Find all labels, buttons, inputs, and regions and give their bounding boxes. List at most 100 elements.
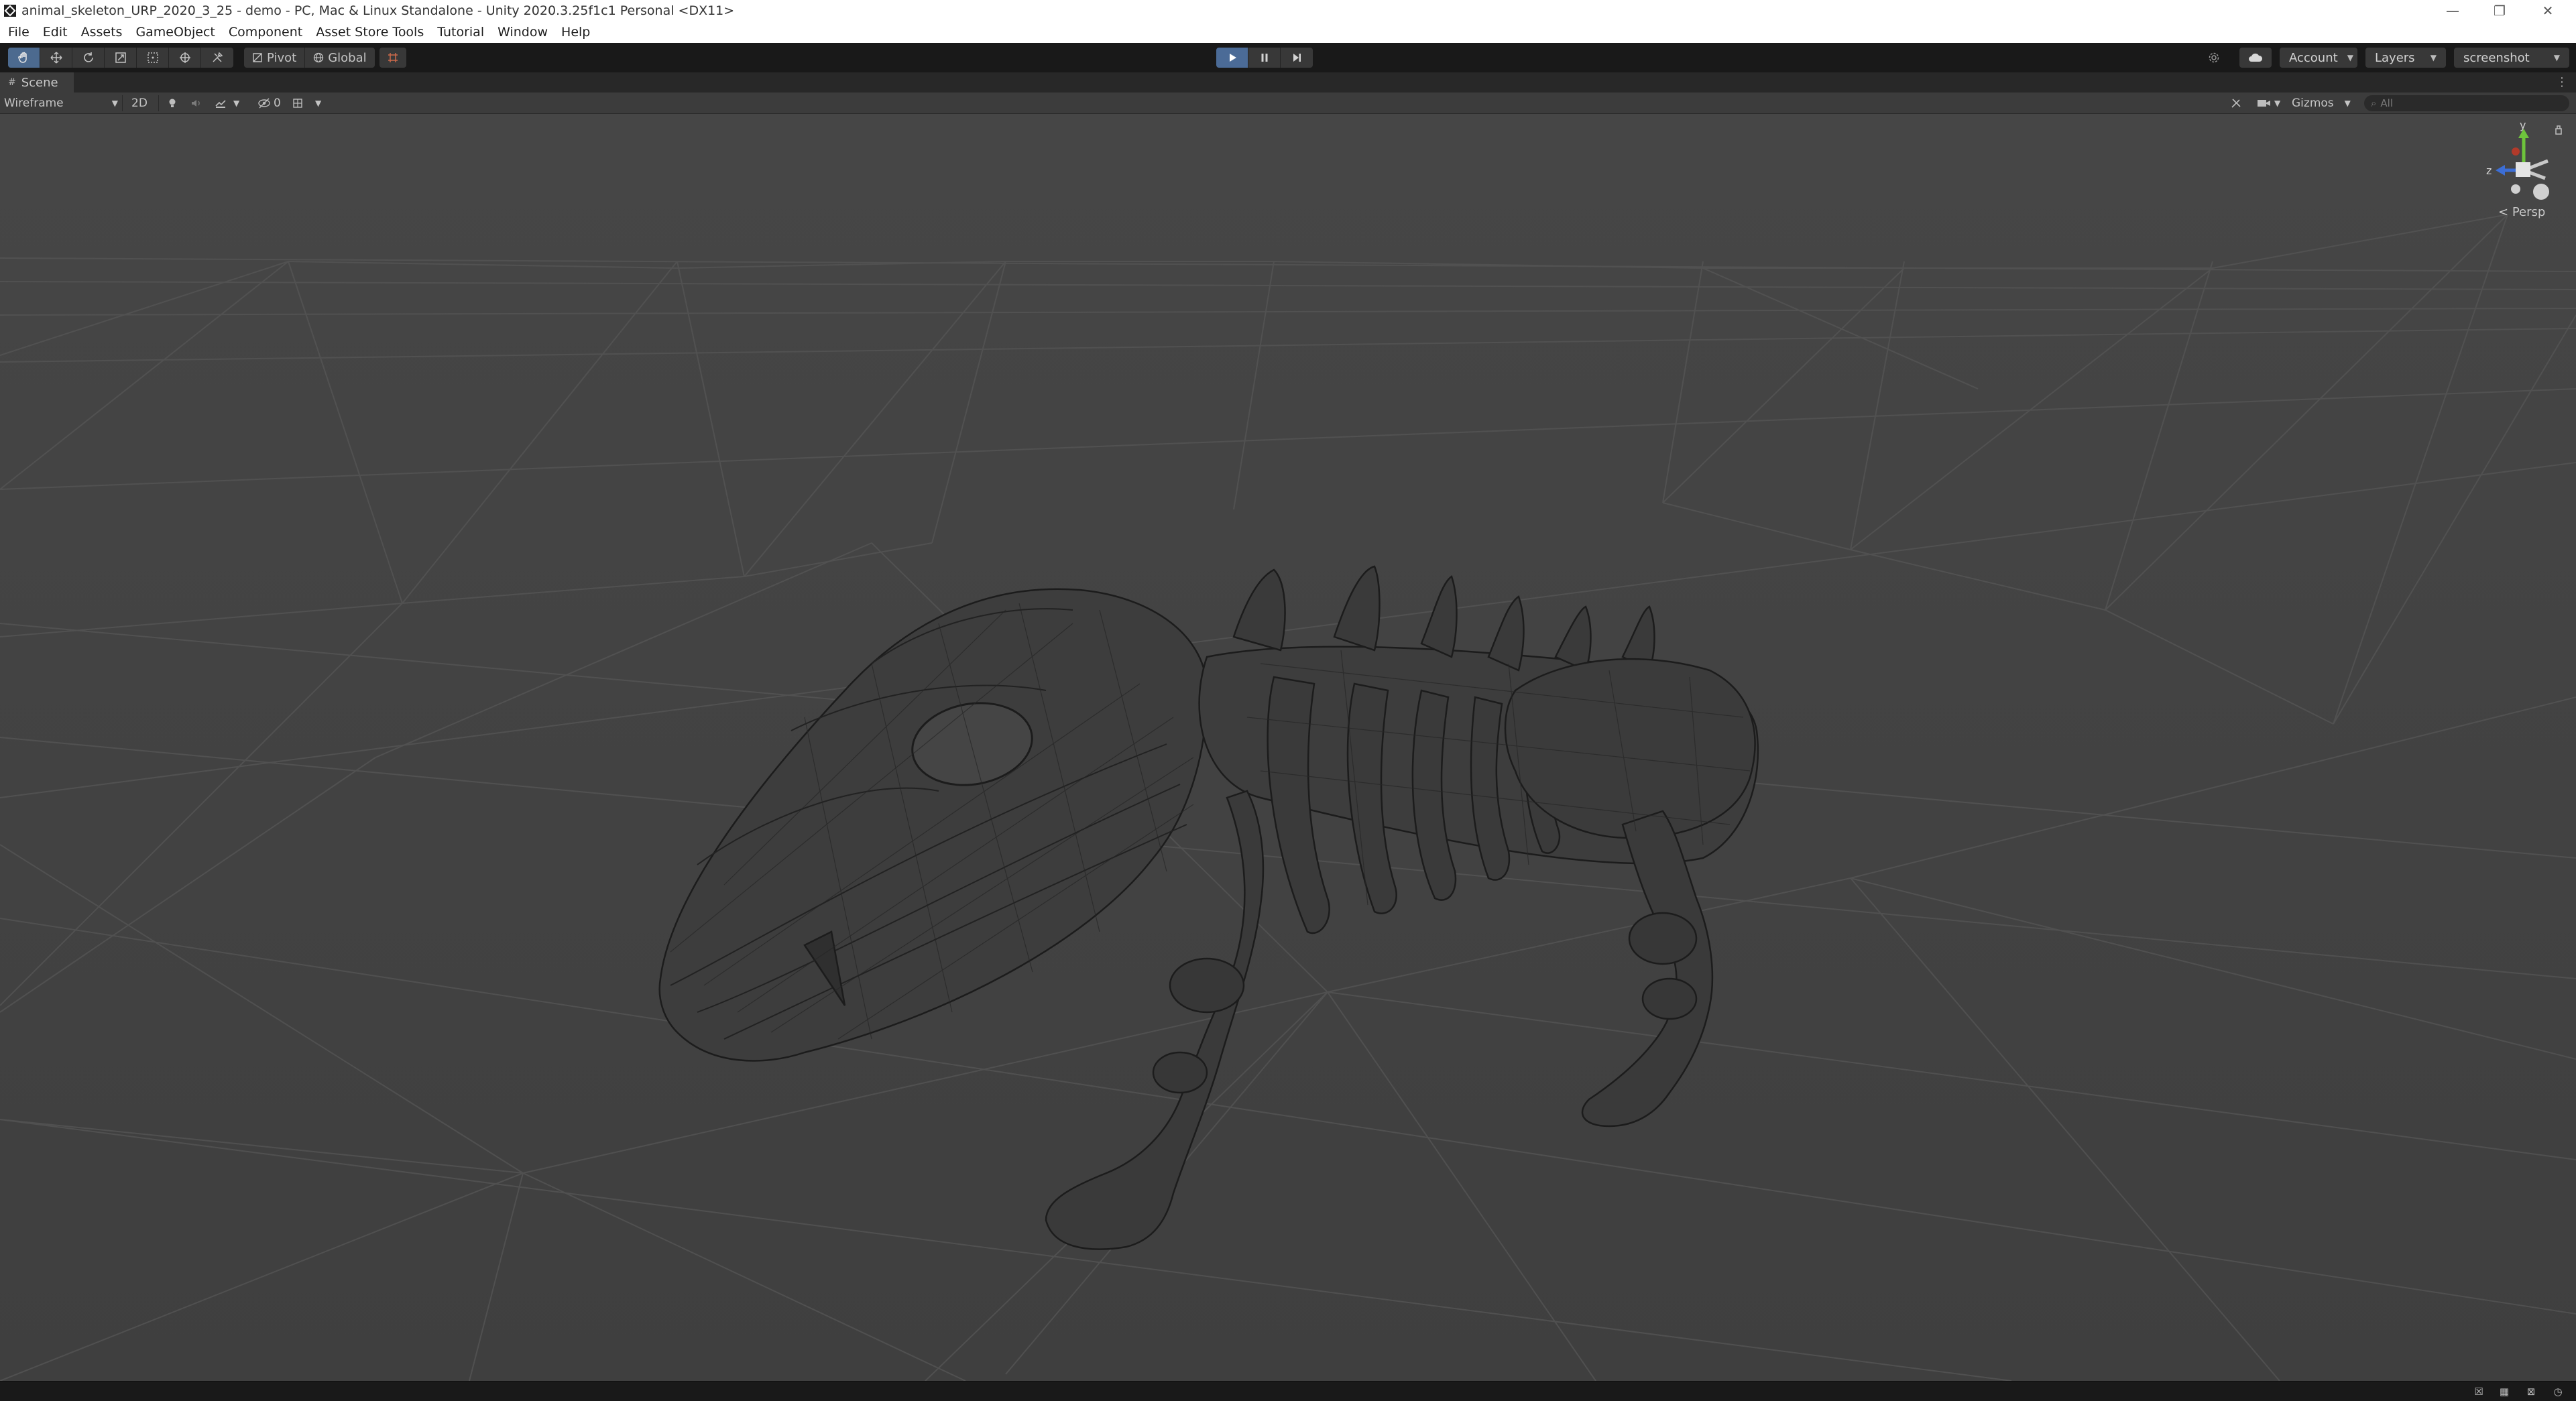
transform-tool-button[interactable]: [169, 48, 201, 68]
window-title: animal_skeleton_URP_2020_3_25 - demo - P…: [21, 3, 735, 18]
restore-button[interactable]: ❐: [2481, 0, 2518, 21]
transform-tool-icon: [179, 52, 190, 63]
pause-button[interactable]: [1248, 48, 1281, 68]
status-bar: ☒ ▦ ⊠ ◷: [0, 1381, 2576, 1401]
gizmos-dropdown[interactable]: Gizmos ▼: [2292, 95, 2351, 111]
menu-asset-store-tools[interactable]: Asset Store Tools: [316, 25, 424, 40]
visibility-icon: [258, 98, 270, 109]
hidden-count: 0: [274, 97, 281, 110]
wrench-cross-icon: [2231, 99, 2241, 108]
menu-help[interactable]: Help: [561, 25, 590, 40]
tab-menu-icon[interactable]: ⋮: [2556, 75, 2568, 89]
chevron-left-icon: <: [2498, 205, 2509, 219]
projection-label: Persp: [2512, 205, 2546, 219]
scene-grid-icon: #: [8, 77, 16, 88]
cloud-button[interactable]: [2239, 48, 2272, 68]
tab-scene[interactable]: # Scene: [0, 72, 74, 93]
menu-bar: File Edit Assets GameObject Component As…: [0, 21, 2576, 43]
separator: [122, 95, 123, 111]
account-dropdown[interactable]: Account ▼: [2280, 48, 2357, 68]
chevron-down-icon: ▼: [111, 99, 118, 108]
global-label: Global: [328, 50, 367, 65]
layers-dropdown[interactable]: Layers ▼: [2365, 48, 2446, 68]
global-toggle[interactable]: Global: [305, 48, 375, 68]
chevron-down-icon: ▼: [2430, 53, 2437, 62]
collab-icon[interactable]: ⊠: [2525, 1386, 2537, 1398]
chevron-down-icon: ▼: [2553, 53, 2560, 62]
menu-assets[interactable]: Assets: [81, 25, 123, 40]
services-button[interactable]: [2202, 48, 2226, 68]
menu-edit[interactable]: Edit: [43, 25, 68, 40]
tools-toggle[interactable]: [2230, 95, 2242, 111]
scene-view-toolbar: Wireframe ▼ 2D ▼ 0 ▼ ▼ Gizmos ▼ ⌕ All: [0, 93, 2576, 114]
minimize-button[interactable]: —: [2434, 0, 2471, 21]
draw-mode-dropdown[interactable]: Wireframe ▼: [4, 95, 118, 111]
hand-tool-icon: [17, 52, 27, 63]
separator: [158, 95, 159, 111]
hand-tool-button[interactable]: [8, 48, 40, 68]
chevron-down-icon: ▼: [233, 99, 240, 108]
services-gear-icon: [2209, 52, 2219, 63]
layout-dropdown[interactable]: screenshot ▼: [2454, 48, 2569, 68]
rect-tool-button[interactable]: [137, 48, 169, 68]
scene-viewport[interactable]: y z < Persp: [0, 114, 2576, 1381]
chevron-down-icon: ▼: [315, 99, 322, 108]
globe-icon: [314, 52, 324, 63]
lighting-toggle[interactable]: [166, 95, 178, 111]
search-placeholder: All: [2380, 97, 2394, 109]
scale-tool-icon: [115, 52, 126, 63]
pivot-toggle[interactable]: Pivot: [244, 48, 306, 68]
main-toolbar: Pivot Global Account ▼ Layers ▼ screensh…: [0, 43, 2576, 72]
move-tool-icon: [50, 52, 62, 64]
debug-icon[interactable]: ☒: [2473, 1386, 2485, 1398]
rect-tool-icon: [147, 52, 158, 63]
toggle-2d-button[interactable]: 2D: [131, 95, 148, 111]
custom-tool-icon: [213, 52, 223, 62]
scene-search-input[interactable]: ⌕ All: [2364, 95, 2569, 111]
gizmos-label: Gizmos: [2292, 97, 2334, 110]
rotate-tool-icon: [83, 52, 93, 62]
rotate-tool-button[interactable]: [72, 48, 105, 68]
cloud-icon: [2249, 53, 2263, 62]
play-icon: [1229, 54, 1236, 62]
camera-dropdown[interactable]: ▼: [2257, 95, 2280, 111]
menu-component[interactable]: Component: [229, 25, 302, 40]
scene-visibility-toggle[interactable]: 0: [257, 95, 281, 111]
layout-label: screenshot: [2463, 50, 2530, 65]
pivot-label: Pivot: [267, 50, 297, 65]
viewport-canvas: y z: [0, 114, 2576, 1381]
grid-snapping-button[interactable]: [379, 48, 406, 68]
window-title-bar: animal_skeleton_URP_2020_3_25 - demo - P…: [0, 0, 2576, 21]
unity-logo-icon: [4, 5, 16, 17]
draw-mode-label: Wireframe: [4, 97, 64, 110]
camera-settings-dropdown[interactable]: ▼: [292, 95, 321, 111]
pivot-icon: [253, 53, 262, 62]
menu-file[interactable]: File: [8, 25, 30, 40]
move-tool-button[interactable]: [40, 48, 72, 68]
handle-position-toggles: Pivot Global: [244, 48, 375, 68]
scale-tool-button[interactable]: [105, 48, 137, 68]
step-icon: [1293, 54, 1301, 62]
progress-icon[interactable]: ◷: [2552, 1386, 2564, 1398]
close-button[interactable]: ✕: [2529, 0, 2567, 21]
lightbulb-icon: [169, 99, 176, 107]
step-button[interactable]: [1281, 48, 1313, 68]
grid-toggle-icon: [293, 99, 302, 108]
gizmo-y-label: y: [2520, 119, 2526, 131]
pause-icon: [1261, 54, 1267, 62]
speaker-icon: [192, 100, 200, 107]
search-icon: ⌕: [2371, 97, 2377, 109]
effects-dropdown[interactable]: ▼: [215, 95, 239, 111]
menu-gameobject[interactable]: GameObject: [135, 25, 215, 40]
scene-tab-strip: # Scene ⋮: [0, 72, 2576, 93]
audio-toggle[interactable]: [190, 95, 202, 111]
console-icon[interactable]: ▦: [2498, 1386, 2510, 1398]
custom-tool-button[interactable]: [201, 48, 233, 68]
menu-window[interactable]: Window: [497, 25, 548, 40]
play-button[interactable]: [1216, 48, 1248, 68]
menu-tutorial[interactable]: Tutorial: [437, 25, 484, 40]
toggle-2d-label: 2D: [131, 97, 148, 110]
account-label: Account: [2289, 50, 2338, 65]
transform-tools: [8, 48, 233, 68]
projection-toggle[interactable]: < Persp: [2498, 205, 2545, 219]
